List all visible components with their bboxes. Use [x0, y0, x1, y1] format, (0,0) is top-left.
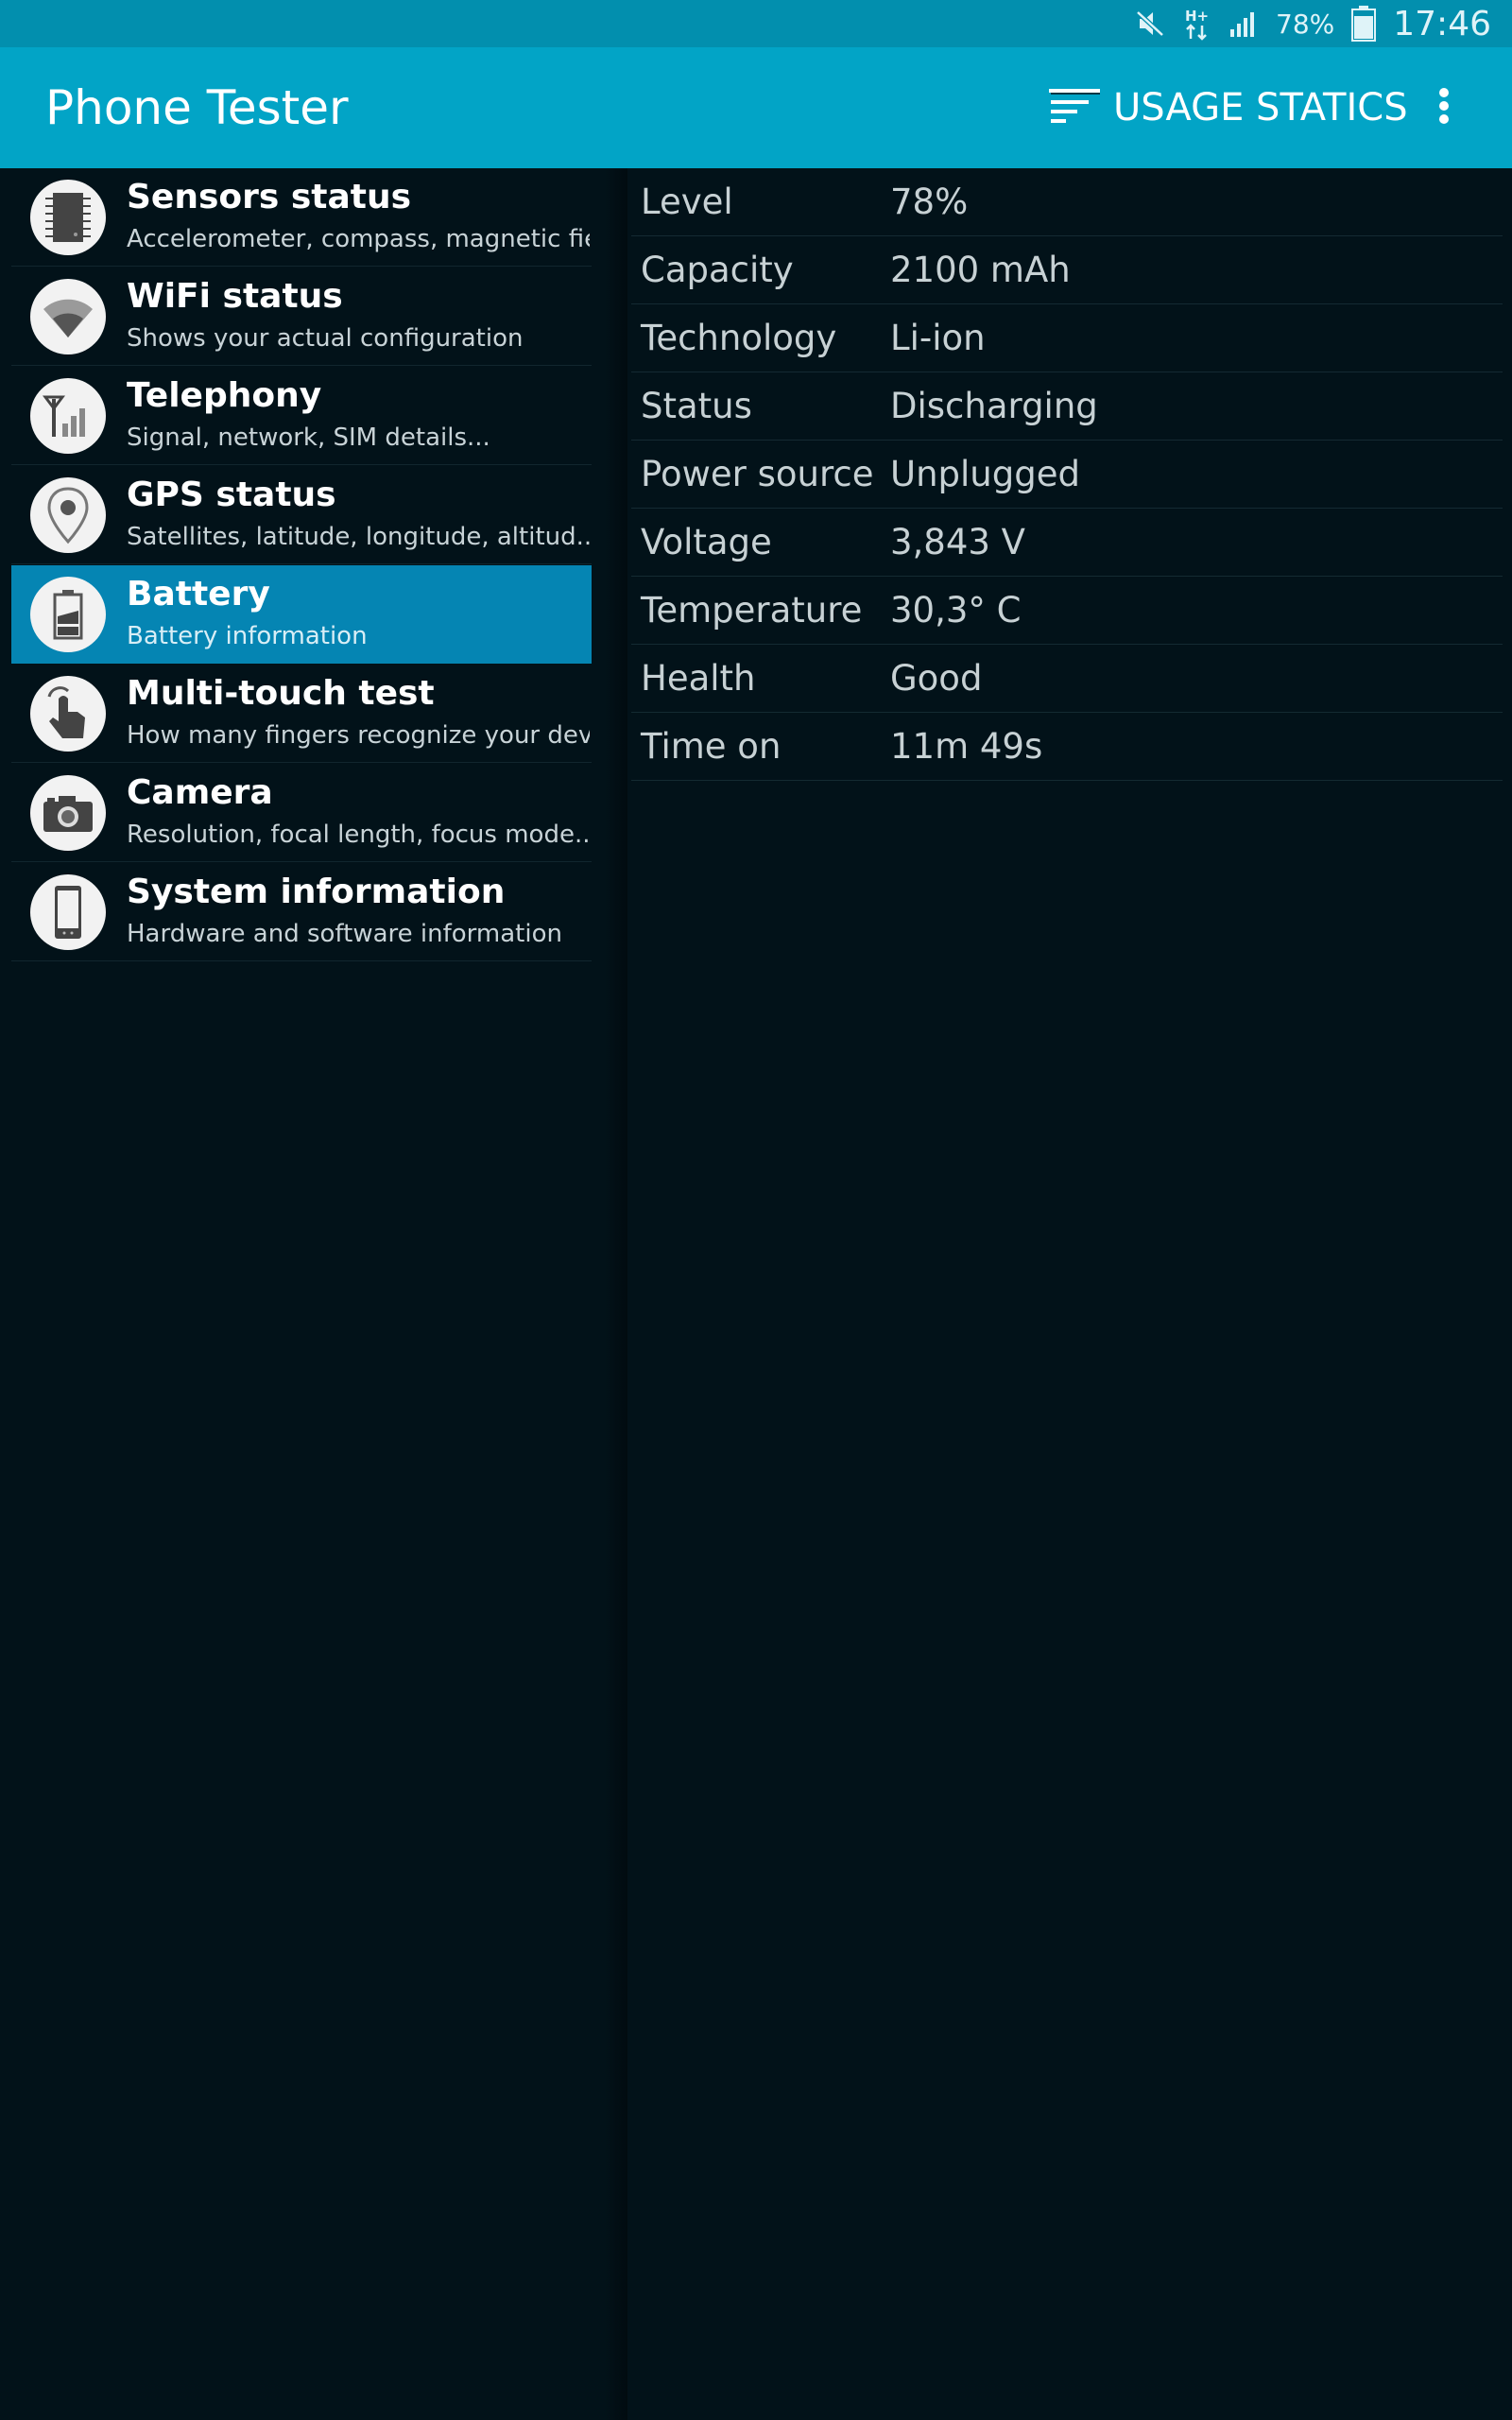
menu-item-camera[interactable]: Camera Resolution, focal length, focus m…: [11, 764, 592, 862]
menu-item-title: Multi-touch test: [127, 674, 435, 713]
info-label: Capacity: [641, 250, 794, 290]
menu-item-title: Camera: [127, 773, 273, 812]
info-row-temperature: Temperature 30,3° C: [631, 577, 1503, 645]
menu-item-system-information[interactable]: System information Hardware and software…: [11, 863, 592, 961]
info-value: 78%: [890, 182, 969, 222]
info-value: Li-ion: [890, 318, 986, 358]
usage-statics-button[interactable]: USAGE STATICS: [1043, 70, 1414, 146]
menu-item-wifi-status[interactable]: WiFi status Shows your actual configurat…: [11, 268, 592, 366]
info-value: 30,3° C: [890, 590, 1022, 631]
menu-item-subtitle: Hardware and software information: [127, 920, 562, 948]
menu-item-subtitle: Shows your actual configuration: [127, 324, 524, 353]
info-label: Power source: [641, 454, 874, 494]
signal-icon: [1228, 10, 1259, 37]
info-label: Voltage: [641, 522, 772, 562]
info-value: Good: [890, 658, 983, 699]
info-row-time-on: Time on 11m 49s: [631, 713, 1503, 781]
overflow-menu-button[interactable]: [1418, 70, 1470, 146]
camera-icon: [30, 775, 106, 851]
info-value: 3,843 V: [890, 522, 1025, 562]
pane-divider: [605, 168, 627, 2420]
info-value: 2100 mAh: [890, 250, 1071, 290]
status-bar-icons: H+ 78% 17:46: [1136, 0, 1491, 47]
menu-item-title: GPS status: [127, 475, 336, 514]
battery-percent: 78%: [1276, 8, 1335, 40]
menu-item-subtitle: Battery information: [127, 622, 368, 650]
menu-item-title: Sensors status: [127, 178, 412, 216]
info-label: Temperature: [641, 590, 863, 631]
menu-item-title: Battery: [127, 575, 270, 614]
usage-statics-label: USAGE STATICS: [1113, 86, 1408, 130]
app-title: Phone Tester: [45, 80, 349, 135]
info-value: Discharging: [890, 386, 1098, 426]
info-row-health: Health Good: [631, 645, 1503, 713]
menu-item-sensors-status[interactable]: Sensors status Accelerometer, compass, m…: [11, 168, 592, 267]
info-label: Technology: [641, 318, 837, 358]
menu-item-title: System information: [127, 873, 506, 911]
location-pin-icon: [30, 477, 106, 553]
info-value: Unplugged: [890, 454, 1080, 494]
svg-text:H+: H+: [1185, 8, 1209, 25]
clock: 17:46: [1393, 4, 1491, 43]
battery-icon: [30, 577, 106, 652]
menu-item-subtitle: How many fingers recognize your devi...: [127, 721, 590, 750]
info-value: 11m 49s: [890, 726, 1043, 767]
chip-icon: [30, 180, 106, 255]
menu-item-gps-status[interactable]: GPS status Satellites, latitude, longitu…: [11, 466, 592, 564]
info-row-capacity: Capacity 2100 mAh: [631, 236, 1503, 304]
info-row-level: Level 78%: [631, 168, 1503, 236]
battery-details-panel: Level 78% Capacity 2100 mAh Technology L…: [627, 168, 1512, 2420]
menu-item-subtitle: Resolution, focal length, focus mode...: [127, 821, 590, 849]
menu-item-battery[interactable]: Battery Battery information: [11, 565, 592, 664]
menu-item-title: Telephony: [127, 376, 322, 415]
info-row-power-source: Power source Unplugged: [631, 441, 1503, 509]
menu-item-title: WiFi status: [127, 277, 343, 316]
menu-item-subtitle: Accelerometer, compass, magnetic fie...: [127, 225, 590, 253]
info-row-technology: Technology Li-ion: [631, 304, 1503, 372]
menu-item-telephony[interactable]: Telephony Signal, network, SIM details..…: [11, 367, 592, 465]
more-vert-icon: [1438, 87, 1450, 129]
data-activity-icon: H+: [1183, 7, 1211, 41]
app-bar: Phone Tester USAGE STATICS: [0, 47, 1512, 168]
status-bar: H+ 78% 17:46: [0, 0, 1512, 47]
info-label: Health: [641, 658, 756, 699]
mute-icon: [1136, 9, 1166, 38]
info-row-status: Status Discharging: [631, 372, 1503, 441]
antenna-signal-icon: [30, 378, 106, 454]
info-label: Status: [641, 386, 752, 426]
device-icon: [30, 874, 106, 950]
sort-lines-icon: [1049, 87, 1102, 129]
info-label: Time on: [641, 726, 782, 767]
menu-item-multi-touch-test[interactable]: Multi-touch test How many fingers recogn…: [11, 665, 592, 763]
menu-item-subtitle: Signal, network, SIM details...: [127, 424, 490, 452]
wifi-icon: [30, 279, 106, 354]
battery-icon: [1351, 6, 1377, 42]
info-label: Level: [641, 182, 733, 222]
info-row-voltage: Voltage 3,843 V: [631, 509, 1503, 577]
menu-item-subtitle: Satellites, latitude, longitude, altitud…: [127, 523, 590, 551]
touch-hand-icon: [30, 676, 106, 752]
